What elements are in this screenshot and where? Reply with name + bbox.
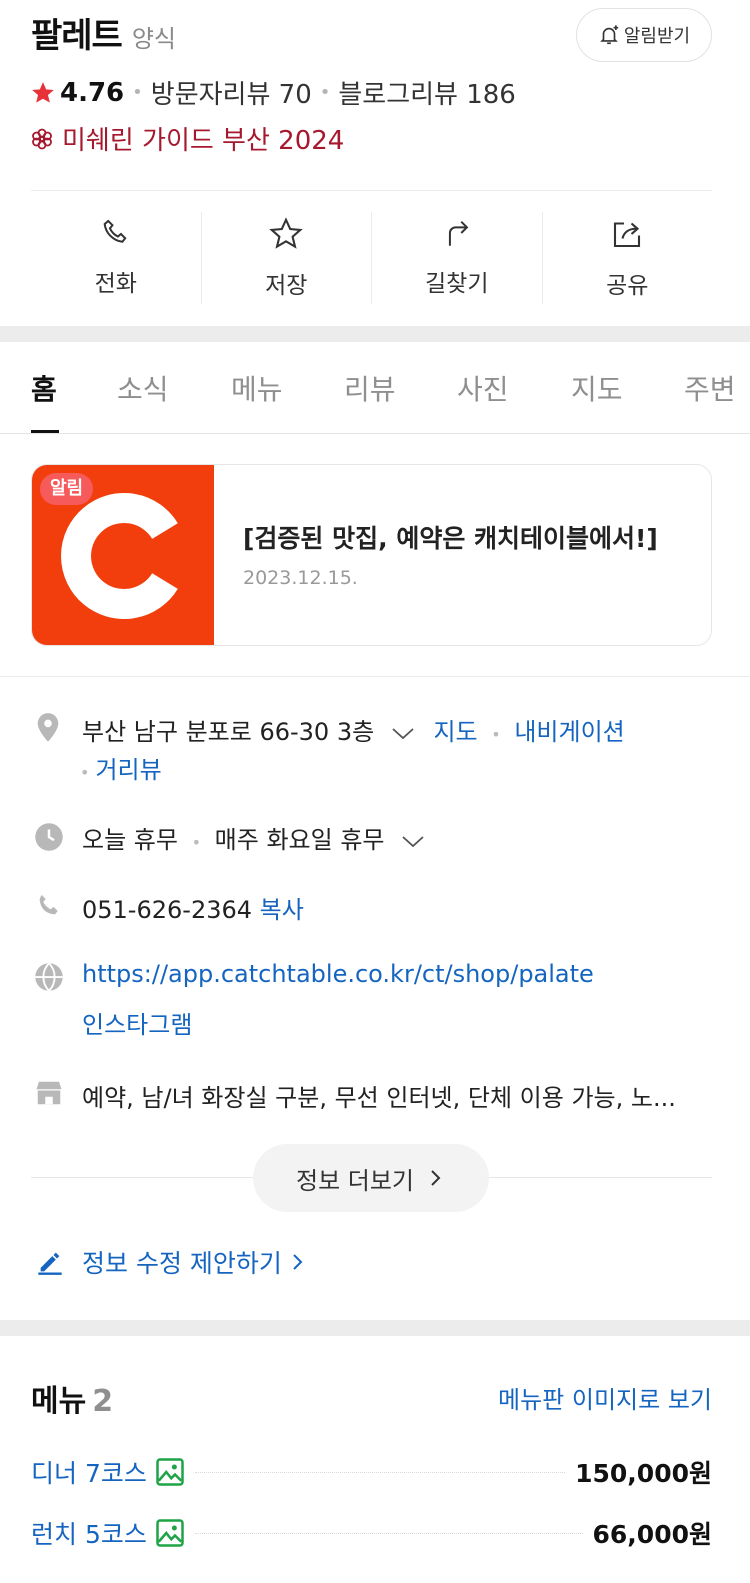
place-header: 팔레트 양식 알림받기 4.76 • 방문자리뷰 70 • 블로그리뷰 186 … (0, 0, 750, 192)
tab-bar: 홈 소식 메뉴 리뷰 사진 지도 주변 (0, 344, 750, 434)
directions-label: 길찾기 (425, 271, 489, 297)
phone-icon (103, 219, 127, 243)
streetview-row: • 거리뷰 (80, 750, 162, 785)
phone-number[interactable]: 051-626-2364 (82, 896, 252, 924)
directions-icon (448, 220, 469, 246)
chevron-down-icon[interactable] (390, 723, 416, 743)
save-label: 저장 (265, 273, 308, 299)
active-tab-indicator (31, 430, 59, 433)
tab-home[interactable]: 홈 (31, 368, 57, 408)
clock-icon (35, 823, 63, 851)
call-button[interactable]: 전화 (31, 212, 202, 304)
place-name: 팔레트 (31, 16, 123, 56)
visitor-review-link[interactable]: 방문자리뷰 70 (151, 74, 312, 111)
separator-dot: • (491, 725, 501, 744)
menu-leader (194, 1471, 566, 1473)
section-separator (0, 1320, 750, 1336)
share-button[interactable]: 공유 (543, 212, 713, 304)
tab-news[interactable]: 소식 (117, 368, 169, 408)
chevron-right-icon (431, 1170, 441, 1186)
image-icon (156, 1519, 184, 1547)
blog-review-link[interactable]: 블로그리뷰 186 (338, 74, 516, 111)
more-info-label: 정보 더보기 (295, 1166, 415, 1195)
action-bar: 전화 저장 길찾기 공유 (31, 212, 712, 304)
address-text: 부산 남구 분포로 66-30 3층 (82, 718, 375, 746)
separator-dot: • (319, 82, 331, 103)
tab-menu[interactable]: 메뉴 (231, 368, 283, 408)
star-filled-icon (32, 81, 54, 103)
chevron-right-icon (293, 1254, 303, 1270)
image-icon (156, 1458, 184, 1486)
location-pin-icon (37, 713, 59, 742)
menu-item[interactable]: 런치 5코스 66,000원 (31, 1513, 712, 1553)
copy-button[interactable]: 복사 (260, 896, 304, 924)
menu-item-name: 런치 5코스 (31, 1520, 147, 1549)
notify-label: 알림받기 (623, 26, 691, 47)
menu-title: 메뉴 (31, 1384, 87, 1419)
instagram-row: 인스타그램 (82, 1005, 192, 1040)
tab-nearby[interactable]: 주변 (684, 368, 736, 408)
menu-item-price: 150,000원 (575, 1459, 712, 1488)
bell-plus-icon (600, 25, 619, 45)
phone-filled-icon (39, 894, 58, 915)
michelin-flower-icon (32, 128, 52, 149)
separator-dot: • (80, 763, 90, 782)
menu-section-title: 메뉴 2 (31, 1376, 113, 1420)
hours-status: 오늘 휴무 (82, 826, 178, 854)
instagram-link[interactable]: 인스타그램 (82, 1011, 192, 1039)
notify-button[interactable]: 알림받기 (576, 8, 712, 62)
directions-button[interactable]: 길찾기 (372, 212, 543, 304)
alert-date: 2023.12.15. (243, 567, 358, 589)
save-button[interactable]: 저장 (202, 212, 372, 304)
store-icon (36, 1081, 62, 1105)
menu-item[interactable]: 디너 7코스 150,000원 (31, 1452, 712, 1492)
amenities-text: 예약, 남/녀 화장실 구분, 무선 인터넷, 단체 이용 가능, 노... (82, 1084, 676, 1112)
divider (31, 190, 712, 191)
menu-item-name: 디너 7코스 (31, 1459, 147, 1488)
title-row: 팔레트 양식 (31, 8, 176, 57)
share-label: 공유 (606, 273, 649, 299)
section-separator (0, 326, 750, 342)
catchtable-logo: 알림 (32, 465, 214, 645)
place-category: 양식 (131, 25, 177, 53)
tab-photos[interactable]: 사진 (457, 368, 509, 408)
michelin-label: 미쉐린 가이드 부산 2024 (62, 126, 345, 156)
share-icon (614, 222, 641, 248)
call-label: 전화 (94, 271, 137, 297)
navigation-link[interactable]: 내비게이션 (514, 718, 624, 746)
edit-suggest-link[interactable]: 정보 수정 제안하기 (36, 1244, 308, 1280)
michelin-badge[interactable]: 미쉐린 가이드 부산 2024 (30, 120, 344, 157)
menu-item-price: 66,000원 (592, 1520, 712, 1549)
star-icon (269, 217, 304, 249)
separator-dot: • (191, 833, 202, 852)
edit-suggest-label: 정보 수정 제안하기 (82, 1249, 282, 1278)
hours-row[interactable]: 오늘 휴무 • 매주 화요일 휴무 (82, 820, 426, 855)
alert-badge: 알림 (40, 473, 94, 505)
pencil-icon (38, 1252, 62, 1275)
website-row: https://app.catchtable.co.kr/ct/shop/pal… (82, 960, 594, 988)
globe-icon (35, 962, 63, 992)
tab-reviews[interactable]: 리뷰 (344, 368, 396, 408)
rating-score: 4.76 (60, 77, 125, 108)
divider (0, 676, 750, 677)
alert-card[interactable]: 알림 [검증된 맛집, 예약은 캐치테이블에서!] 2023.12.15. (31, 464, 712, 646)
menu-count: 2 (92, 1384, 114, 1419)
chevron-down-icon[interactable] (400, 831, 426, 851)
alert-title: [검증된 맛집, 예약은 캐치테이블에서!] (243, 524, 658, 553)
rating-row: 4.76 • 방문자리뷰 70 • 블로그리뷰 186 (30, 74, 516, 111)
tab-map[interactable]: 지도 (571, 368, 623, 408)
more-info-button[interactable]: 정보 더보기 (253, 1144, 489, 1212)
phone-row: 051-626-2364 복사 (82, 890, 304, 925)
menu-image-link[interactable]: 메뉴판 이미지로 보기 (498, 1380, 712, 1415)
map-link[interactable]: 지도 (433, 718, 477, 746)
menu-leader (194, 1532, 583, 1534)
streetview-link[interactable]: 거리뷰 (95, 756, 161, 784)
hours-detail: 매주 화요일 휴무 (214, 826, 385, 854)
amenities-row: 예약, 남/녀 화장실 구분, 무선 인터넷, 단체 이용 가능, 노... (82, 1078, 676, 1113)
website-link[interactable]: https://app.catchtable.co.kr/ct/shop/pal… (82, 960, 594, 988)
separator-dot: • (132, 82, 143, 103)
address-row: 부산 남구 분포로 66-30 3층 지도 • 내비게이션 (82, 712, 625, 747)
